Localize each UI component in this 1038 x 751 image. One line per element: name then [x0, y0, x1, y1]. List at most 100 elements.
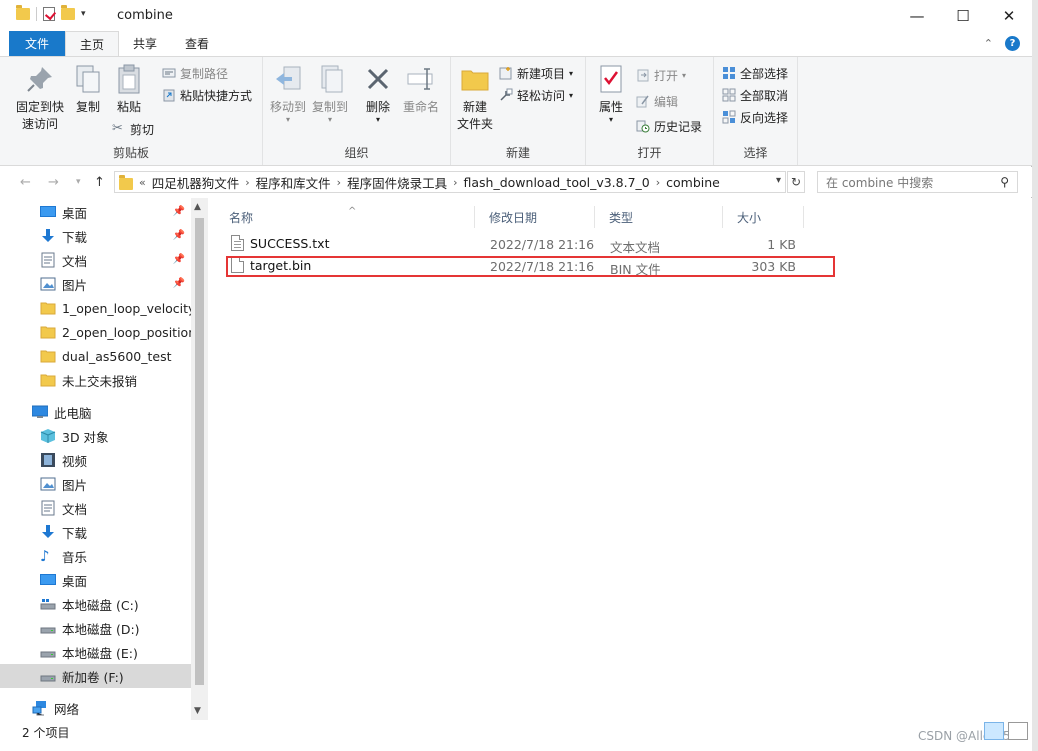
collapse-ribbon-icon[interactable]: ⌃	[984, 37, 993, 50]
sidebar-item-pictures[interactable]: 图片 📌	[0, 272, 191, 296]
copy-button[interactable]: 复制	[72, 63, 104, 116]
sidebar-item-pictures[interactable]: 图片	[0, 472, 191, 496]
sidebar-item-this-pc[interactable]: 此电脑	[0, 400, 191, 424]
up-arrow-icon[interactable]: ↑	[94, 175, 105, 190]
tab-share[interactable]: 共享	[119, 31, 171, 56]
sidebar-item-drive-c[interactable]: 本地磁盘 (C:)	[0, 592, 191, 616]
details-view-icon[interactable]	[984, 722, 1004, 740]
sidebar-item-3d-objects[interactable]: 3D 对象	[0, 424, 191, 448]
scroll-up-icon[interactable]: ▲	[194, 202, 201, 212]
sidebar-item-label: 2_open_loop_position_	[62, 324, 191, 340]
move-to-button[interactable]: 移动到 ▾	[269, 63, 307, 124]
sidebar-item-label: 网络	[54, 701, 80, 717]
edit-button[interactable]: 编辑	[636, 91, 678, 111]
sidebar-item-downloads[interactable]: 下载 📌	[0, 224, 191, 248]
tab-file[interactable]: 文件	[9, 31, 65, 56]
easy-access-button[interactable]: 轻松访问 ▾	[499, 85, 573, 105]
scrollbar-thumb[interactable]	[195, 218, 204, 685]
recent-locations-icon[interactable]: ▾	[76, 177, 81, 187]
breadcrumb-item[interactable]: 四足机器狗文件	[152, 173, 240, 192]
invert-selection-button[interactable]: 反向选择	[722, 107, 788, 127]
delete-button[interactable]: 删除 ▾	[361, 63, 395, 124]
sidebar-item-drive-e[interactable]: 本地磁盘 (E:)	[0, 640, 191, 664]
back-arrow-icon[interactable]: ←	[20, 175, 31, 190]
copy-to-button[interactable]: 复制到 ▾	[311, 63, 349, 124]
column-header-size[interactable]: 大小	[723, 206, 804, 228]
sidebar-item-music[interactable]: ♪ 音乐	[0, 544, 191, 568]
properties-qat-icon[interactable]	[43, 7, 55, 21]
new-folder-button[interactable]: 新建 文件夹	[455, 63, 495, 133]
document-icon	[41, 252, 55, 268]
address-overflow[interactable]: «	[139, 176, 146, 189]
sidebar-scrollbar[interactable]: ▲ ▼	[191, 198, 208, 720]
copy-path-button[interactable]: 复制路径	[162, 63, 228, 83]
new-folder-qat-icon[interactable]	[61, 5, 75, 20]
sidebar-item-label: 本地磁盘 (E:)	[62, 645, 138, 661]
sidebar-item-network[interactable]: 网络	[0, 696, 191, 720]
column-header-type[interactable]: 类型	[595, 206, 723, 228]
organize-group: 移动到 ▾ 复制到 ▾ 删除 ▾ 重命名 组织	[263, 57, 451, 165]
sidebar-item-folder[interactable]: 未上交未报销	[0, 368, 191, 392]
sidebar-item-drive-f[interactable]: 新加卷 (F:)	[0, 664, 191, 688]
breadcrumb-chevron-icon[interactable]: ›	[245, 176, 249, 189]
select-all-button[interactable]: 全部选择	[722, 63, 788, 83]
pin-label-line1: 固定到快	[15, 100, 64, 114]
column-header-name[interactable]: 名称 ^	[215, 206, 475, 228]
file-row[interactable]: SUCCESS.txt 2022/7/18 21:16 文本文档 1 KB	[227, 233, 834, 255]
cut-button[interactable]: ✂ 剪切	[112, 119, 154, 139]
sidebar-item-desktop[interactable]: 桌面	[0, 568, 191, 592]
drive-icon	[40, 599, 56, 610]
paste-shortcut-button[interactable]: 粘贴快捷方式	[162, 85, 252, 105]
quick-access-toolbar: ▾	[16, 5, 86, 21]
refresh-button[interactable]: ↻	[787, 171, 805, 193]
breadcrumb-item[interactable]: 程序和库文件	[256, 173, 331, 192]
pin-icon[interactable]: 📌	[173, 278, 185, 289]
ribbon-tabs: 文件 主页 共享 查看 ⌃ ?	[0, 31, 1032, 56]
minimize-button[interactable]: —	[894, 0, 940, 31]
breadcrumb-chevron-icon[interactable]: ›	[337, 176, 341, 189]
history-button[interactable]: 历史记录	[636, 116, 702, 136]
item-count: 2 个项目	[22, 726, 70, 740]
tab-home[interactable]: 主页	[65, 31, 120, 56]
sidebar-item-documents[interactable]: 文档	[0, 496, 191, 520]
paste-button[interactable]: 粘贴	[112, 63, 146, 116]
scroll-down-icon[interactable]: ▼	[194, 706, 201, 716]
sidebar-item-documents[interactable]: 文档 📌	[0, 248, 191, 272]
open-button[interactable]: 打开 ▾	[636, 65, 686, 85]
new-item-button[interactable]: 新建项目 ▾	[499, 63, 573, 83]
pin-icon[interactable]: 📌	[173, 230, 185, 241]
search-input[interactable]: 在 combine 中搜索 ⚲	[817, 171, 1018, 193]
pin-icon[interactable]: 📌	[173, 254, 185, 265]
new-folder-icon	[461, 70, 489, 91]
breadcrumb-item[interactable]: 程序固件烧录工具	[347, 173, 447, 192]
breadcrumb-item[interactable]: flash_download_tool_v3.8.7_0	[464, 175, 650, 190]
tab-view[interactable]: 查看	[171, 31, 223, 56]
properties-button[interactable]: 属性 ▾	[596, 63, 626, 124]
column-header-date[interactable]: 修改日期	[475, 206, 595, 228]
pin-quick-access-button[interactable]: 固定到快 速访问	[12, 63, 68, 133]
forward-arrow-icon[interactable]: →	[48, 175, 59, 190]
sidebar-item-videos[interactable]: 视频	[0, 448, 191, 472]
file-type: 文本文档	[610, 240, 661, 255]
maximize-button[interactable]: ☐	[940, 0, 986, 31]
sidebar-item-desktop[interactable]: 桌面 📌	[0, 200, 191, 224]
sidebar-item-drive-d[interactable]: 本地磁盘 (D:)	[0, 616, 191, 640]
sidebar-item-folder[interactable]: 1_open_loop_velocity_e	[0, 296, 191, 320]
sidebar-item-folder[interactable]: dual_as5600_test	[0, 344, 191, 368]
sidebar-item-folder[interactable]: 2_open_loop_position_	[0, 320, 191, 344]
breadcrumb-chevron-icon[interactable]: ›	[656, 176, 660, 189]
address-bar[interactable]: « 四足机器狗文件 › 程序和库文件 › 程序固件烧录工具 › flash_do…	[114, 171, 786, 193]
customize-qat-icon[interactable]: ▾	[81, 9, 86, 19]
large-icons-view-icon[interactable]	[1008, 722, 1028, 740]
select-none-button[interactable]: 全部取消	[722, 85, 788, 105]
rename-button[interactable]: 重命名	[401, 63, 441, 116]
ribbon-right-controls: ⌃ ?	[984, 36, 1020, 51]
breadcrumb-chevron-icon[interactable]: ›	[453, 176, 457, 189]
sidebar-item-downloads[interactable]: 下载	[0, 520, 191, 544]
help-icon[interactable]: ?	[1005, 36, 1020, 51]
close-button[interactable]: ✕	[986, 0, 1032, 31]
breadcrumb-item[interactable]: combine	[666, 175, 720, 190]
new-item-icon	[499, 67, 512, 80]
pin-icon[interactable]: 📌	[173, 206, 185, 217]
address-history-dropdown-icon[interactable]: ▾	[776, 175, 781, 186]
